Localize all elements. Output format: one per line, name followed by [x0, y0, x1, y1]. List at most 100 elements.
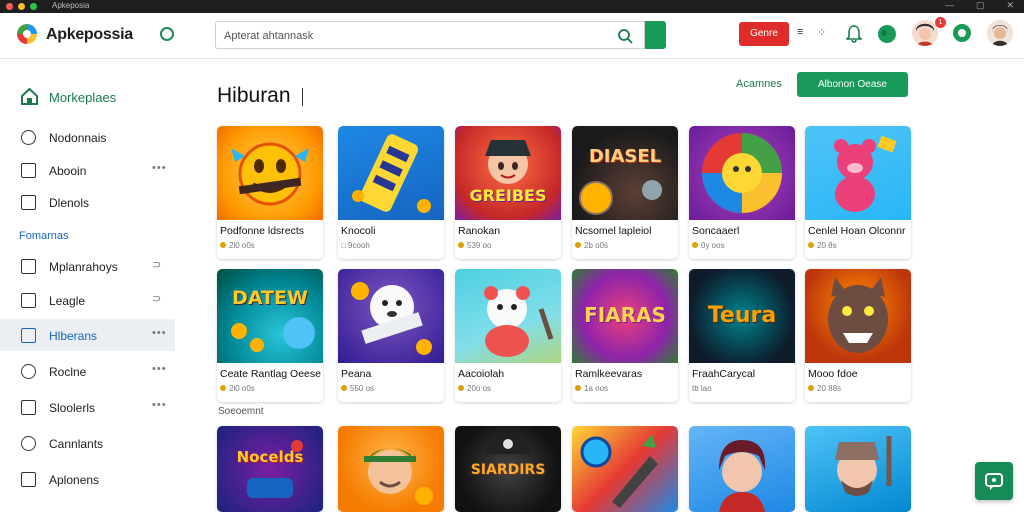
settings-icon: [21, 436, 36, 451]
coin-icon: [458, 385, 464, 391]
more-icon[interactable]: •••: [152, 162, 167, 174]
close-window-icon[interactable]: [6, 3, 13, 10]
app-meta: 2l0 o0s: [220, 241, 255, 250]
app-card[interactable]: Soncaaerl 0y oos: [689, 126, 795, 259]
app-name: Ramlkeevaras: [575, 368, 643, 380]
more-icon[interactable]: •••: [152, 363, 167, 375]
search-input[interactable]: Apterat ahtannask: [215, 21, 608, 49]
app-card[interactable]: Nocelds: [217, 426, 323, 512]
sidebar-item-label: Cannlants: [49, 437, 104, 451]
sidebar-item-7[interactable]: Roclne •••: [0, 355, 175, 387]
app-name: FraahCarycal: [692, 368, 756, 380]
app-name: Ranokan: [458, 225, 501, 237]
app-card[interactable]: Peana 550 os: [338, 269, 444, 402]
sidebar: Morkeplaes Nodonnais Abooin ••• Dlenols …: [0, 60, 175, 512]
app-meta: 20 8s: [808, 241, 837, 250]
sidebar-item-label: Aplonens: [49, 473, 100, 487]
apps-icon[interactable]: ⁘: [817, 26, 826, 39]
close-icon[interactable]: ✕: [1006, 0, 1014, 11]
app-name: Cenlel Hoan Olconnr: [808, 225, 906, 237]
app-name: Aacoiolah: [458, 368, 505, 380]
app-meta: 0y oos: [692, 241, 725, 250]
app-card[interactable]: SIARDIRS: [455, 426, 561, 512]
sidebar-item-6-active[interactable]: Hlberans •••: [0, 319, 175, 351]
chat-fab-button[interactable]: [975, 462, 1013, 500]
app-card[interactable]: DATEW Ceate Rantlag Oeese 2l0 o0s: [217, 269, 323, 402]
restore-icon[interactable]: ▢: [976, 0, 985, 11]
sidebar-item-3[interactable]: Dlenols: [0, 186, 175, 218]
app-card[interactable]: FIARAS Ramlkeevaras 1a oos: [572, 269, 678, 402]
app-artwork: GREIBES: [455, 126, 561, 220]
avatar-user-1[interactable]: [912, 20, 938, 46]
menu-icon[interactable]: ≡: [797, 26, 803, 38]
app-meta: tb lao: [692, 384, 712, 393]
app-artwork: DIASEL: [572, 126, 678, 220]
status-icon[interactable]: [952, 23, 972, 43]
coin-icon: [808, 242, 814, 248]
file-icon: [21, 400, 36, 415]
minimize-window-icon[interactable]: [18, 3, 25, 10]
app-card[interactable]: DIASEL Ncsomel lapleiol 2b o0s: [572, 126, 678, 259]
app-artwork: FIARAS: [572, 269, 678, 363]
sidebar-item-2[interactable]: Abooin •••: [0, 154, 175, 186]
sidebar-item-5[interactable]: Leagle ⊃: [0, 284, 175, 316]
minimize-icon[interactable]: —: [945, 0, 954, 11]
square-icon: [21, 163, 36, 178]
app-name: Peana: [341, 368, 372, 380]
app-card[interactable]: [805, 426, 911, 512]
sidebar-item-marketplace[interactable]: Morkeplaes: [0, 81, 175, 113]
sidebar-item-8[interactable]: Sloolerls •••: [0, 391, 175, 423]
more-icon[interactable]: ⊃: [152, 258, 162, 271]
app-artwork: [689, 426, 795, 512]
app-card[interactable]: Podfonne ldsrects 2l0 o0s: [217, 126, 323, 259]
app-artwork: [338, 269, 444, 363]
app-artwork: [455, 269, 561, 363]
app-card[interactable]: [572, 426, 678, 512]
maximize-window-icon[interactable]: [30, 3, 37, 10]
app-artwork: SIARDIRS: [455, 426, 561, 512]
coin-icon: [458, 242, 464, 248]
app-meta: 20o os: [458, 384, 491, 393]
app-card[interactable]: [338, 426, 444, 512]
box-icon: [21, 293, 36, 308]
more-icon[interactable]: •••: [152, 399, 167, 411]
app-card[interactable]: Mooo fdoe 20 88s: [805, 269, 911, 402]
primary-action-button[interactable]: Albonon Oease: [797, 72, 908, 97]
app-meta: 2b o0s: [575, 241, 608, 250]
app-art-label: GREIBES: [469, 186, 547, 205]
top-link[interactable]: Acamnes: [736, 78, 782, 90]
coin-icon: [220, 242, 226, 248]
app-card[interactable]: Aacoiolah 20o os: [455, 269, 561, 402]
sidebar-item-10[interactable]: Aplonens: [0, 463, 175, 495]
app-art-label: Teura: [707, 303, 777, 328]
app-card[interactable]: Cenlel Hoan Olconnr 20 8s: [805, 126, 911, 259]
app-artwork: [805, 426, 911, 512]
avatar-user-2[interactable]: [987, 20, 1013, 46]
app-card[interactable]: GREIBES Ranokan 539 oo: [455, 126, 561, 259]
text-caret: [302, 88, 303, 106]
app-logo-icon[interactable]: [16, 23, 38, 45]
app-artwork: Teura: [689, 269, 795, 363]
app-card[interactable]: [689, 426, 795, 512]
sidebar-item-1[interactable]: Nodonnais: [0, 121, 175, 153]
sidebar-item-label: Leagle: [49, 294, 86, 308]
genre-button[interactable]: Genre: [739, 22, 789, 46]
more-icon[interactable]: •••: [152, 327, 167, 339]
cloud-icon[interactable]: [877, 24, 897, 44]
search-filter-button[interactable]: [645, 21, 666, 49]
app-artwork: [689, 126, 795, 220]
sidebar-item-9[interactable]: Cannlants: [0, 427, 175, 459]
window-controls: [6, 3, 37, 10]
bell-icon[interactable]: [846, 25, 862, 43]
info-icon[interactable]: [160, 27, 174, 41]
app-art-label: FIARAS: [584, 303, 666, 327]
search-button[interactable]: [607, 21, 645, 49]
app-card[interactable]: Knocoli □ 9cooh: [338, 126, 444, 259]
sidebar-item-label: Abooin: [49, 164, 87, 178]
sidebar-item-label: Hlberans: [49, 329, 98, 343]
document-icon: [21, 195, 36, 210]
sidebar-item-4[interactable]: Mplanrahoys ⊃: [0, 250, 175, 282]
app-header: Apkepossia Apterat ahtannask Genre ≡ ⁘ 1: [0, 13, 1024, 59]
more-icon[interactable]: ⊃: [152, 292, 162, 305]
app-card[interactable]: Teura FraahCarycal tb lao: [689, 269, 795, 402]
